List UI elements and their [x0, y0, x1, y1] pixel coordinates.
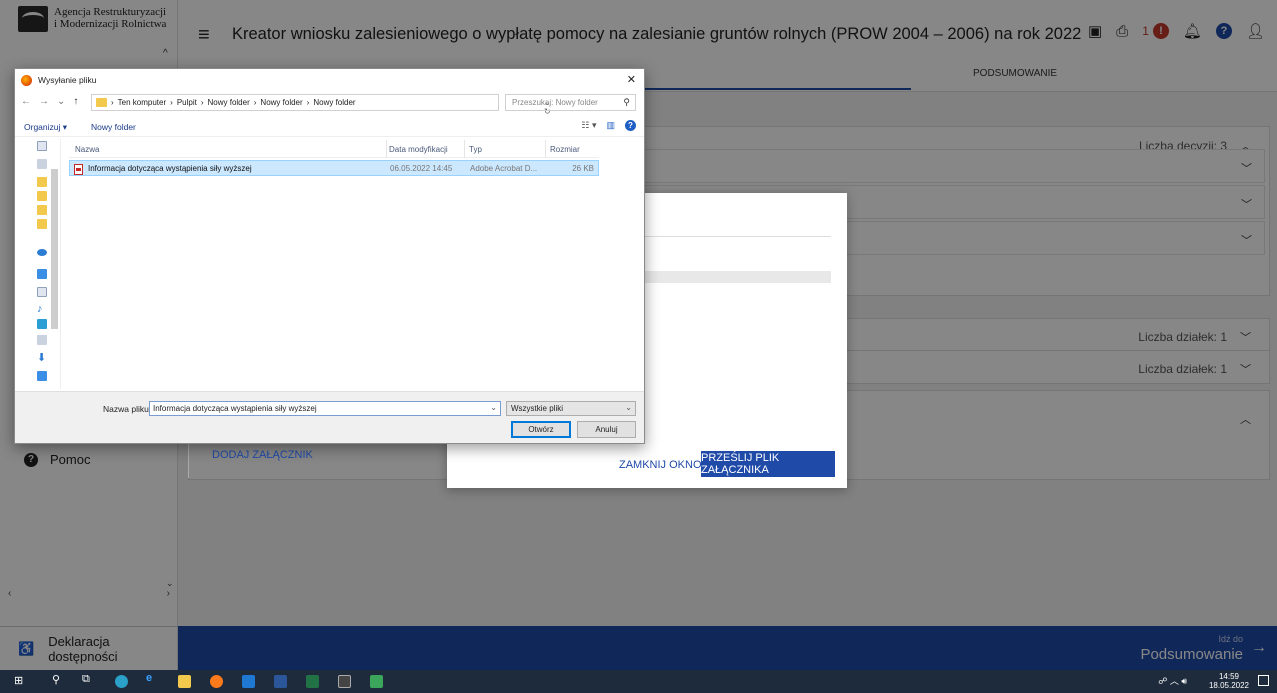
- windows-taskbar: ⊞ ⚲ ⧉ e ☍ ︿ 🔊︎ 14:59 18.05.2022: [0, 670, 1277, 693]
- column-type[interactable]: Typ: [469, 145, 482, 154]
- forward-arrow-icon[interactable]: →: [39, 96, 49, 107]
- filename-label: Nazwa pliku:: [103, 404, 152, 414]
- filename-value: Informacja dotycząca wystąpienia siły wy…: [153, 404, 317, 413]
- nav-scrollbar[interactable]: [51, 169, 58, 329]
- folder-icon[interactable]: [37, 177, 47, 187]
- search-icon[interactable]: ⚲: [623, 97, 630, 108]
- organize-menu[interactable]: Organizuj ▾: [24, 122, 67, 133]
- search-input[interactable]: Przeszukaj: Nowy folder ⚲: [505, 94, 636, 111]
- attachment-divider: [188, 440, 192, 478]
- open-button[interactable]: Otwórz: [511, 421, 571, 438]
- folder-icon: [96, 98, 107, 107]
- desktop-icon[interactable]: [37, 371, 47, 381]
- search-placeholder: Przeszukaj: Nowy folder: [512, 98, 598, 107]
- add-attachment-button[interactable]: DODAJ ZAŁĄCZNIK: [212, 449, 313, 461]
- terminal-icon[interactable]: [338, 675, 351, 688]
- back-arrow-icon[interactable]: ←: [21, 96, 31, 107]
- downloads-icon[interactable]: ⬇: [37, 351, 47, 364]
- breadcrumb-item[interactable]: Nowy folder: [313, 98, 355, 107]
- word-icon[interactable]: [274, 675, 287, 688]
- column-modified[interactable]: Data modyfikacji: [389, 145, 448, 154]
- help-icon[interactable]: ?: [625, 120, 636, 131]
- pictures-icon[interactable]: [37, 335, 47, 345]
- navigation-pane: ♪ ⬇: [15, 139, 61, 389]
- system-clock[interactable]: 14:59 18.05.2022: [1209, 672, 1249, 690]
- tray-icons[interactable]: ☍ ︿ 🔊︎: [1158, 674, 1187, 687]
- folder-icon[interactable]: [37, 191, 47, 201]
- app-icon[interactable]: [370, 675, 383, 688]
- clock-date: 18.05.2022: [1208, 681, 1249, 690]
- folder-icon[interactable]: [37, 219, 47, 229]
- search-icon[interactable]: ⚲: [52, 673, 60, 686]
- file-type: Adobe Acrobat D...: [470, 164, 538, 173]
- view-options-icon[interactable]: ☷ ▾: [581, 120, 596, 131]
- document-icon[interactable]: [37, 141, 47, 151]
- file-explorer-icon[interactable]: [178, 675, 191, 688]
- column-name[interactable]: Nazwa: [75, 145, 99, 154]
- file-list-header: Nazwa Data modyfikacji Typ Rozmiar: [69, 140, 599, 158]
- address-row: ← → ⌄ ↑ › Ten komputer › Pulpit › Nowy f…: [15, 93, 644, 116]
- file-type-value: Wszystkie pliki: [511, 404, 564, 413]
- firefox-icon[interactable]: [210, 675, 223, 688]
- music-icon[interactable]: ♪: [37, 303, 47, 315]
- preview-pane-icon[interactable]: ▥: [606, 120, 615, 131]
- task-view-icon[interactable]: ⧉: [82, 673, 90, 686]
- windows-start-icon[interactable]: ⊞: [14, 674, 23, 687]
- onedrive-icon[interactable]: [37, 249, 47, 256]
- chevron-down-icon[interactable]: ⌄: [57, 96, 65, 107]
- dialog-titlebar[interactable]: Wysyłanie pliku ✕: [15, 69, 644, 91]
- drive-icon[interactable]: [37, 159, 47, 169]
- column-size[interactable]: Rozmiar: [550, 145, 580, 154]
- chevron-down-icon[interactable]: ⌄: [625, 403, 632, 412]
- 3d-objects-icon[interactable]: [37, 319, 47, 329]
- file-name: Informacja dotycząca wystąpienia siły wy…: [88, 164, 252, 173]
- dialog-footer: Nazwa pliku: Informacja dotycząca wystąp…: [15, 391, 644, 443]
- breadcrumb-item[interactable]: Pulpit: [177, 98, 197, 107]
- outlook-icon[interactable]: [242, 675, 255, 688]
- filename-input[interactable]: Informacja dotycząca wystąpienia siły wy…: [149, 401, 501, 416]
- file-modified: 06.05.2022 14:45: [390, 164, 453, 173]
- chevron-down-icon[interactable]: ⌄: [490, 403, 497, 412]
- send-attachment-button[interactable]: PRZEŚLIJ PLIK ZAŁĄCZNIKA: [701, 451, 835, 477]
- documents-icon[interactable]: [37, 287, 47, 297]
- dialog-title: Wysyłanie pliku: [38, 75, 97, 85]
- folder-icon[interactable]: [37, 205, 47, 215]
- close-icon[interactable]: ✕: [627, 73, 636, 86]
- computer-icon[interactable]: [37, 269, 47, 279]
- address-bar[interactable]: › Ten komputer › Pulpit › Nowy folder › …: [91, 94, 551, 116]
- close-window-button[interactable]: ZAMKNIJ OKNO: [619, 459, 702, 471]
- excel-icon[interactable]: [306, 675, 319, 688]
- clock-time: 14:59: [1218, 672, 1239, 681]
- file-type-select[interactable]: Wszystkie pliki ⌄: [506, 401, 636, 416]
- breadcrumb-item[interactable]: Nowy folder: [260, 98, 302, 107]
- firefox-icon: [21, 74, 32, 86]
- file-size: 26 KB: [572, 164, 594, 173]
- ie-icon[interactable]: e: [146, 672, 152, 684]
- new-folder-button[interactable]: Nowy folder: [91, 122, 136, 132]
- pdf-file-icon: [74, 164, 83, 175]
- edge-icon[interactable]: [115, 675, 128, 688]
- cancel-button[interactable]: Anuluj: [577, 421, 636, 438]
- breadcrumb-item[interactable]: Ten komputer: [118, 98, 166, 107]
- dialog-toolbar: Organizuj ▾ Nowy folder ☷ ▾ ▥ ?: [15, 117, 644, 137]
- file-upload-dialog: Wysyłanie pliku ✕ ← → ⌄ ↑ › Ten komputer…: [14, 68, 645, 444]
- notification-icon[interactable]: [1258, 675, 1269, 686]
- breadcrumb-item[interactable]: Nowy folder: [208, 98, 250, 107]
- up-arrow-icon[interactable]: ↑: [73, 96, 78, 107]
- file-list-row[interactable]: Informacja dotycząca wystąpienia siły wy…: [69, 160, 599, 176]
